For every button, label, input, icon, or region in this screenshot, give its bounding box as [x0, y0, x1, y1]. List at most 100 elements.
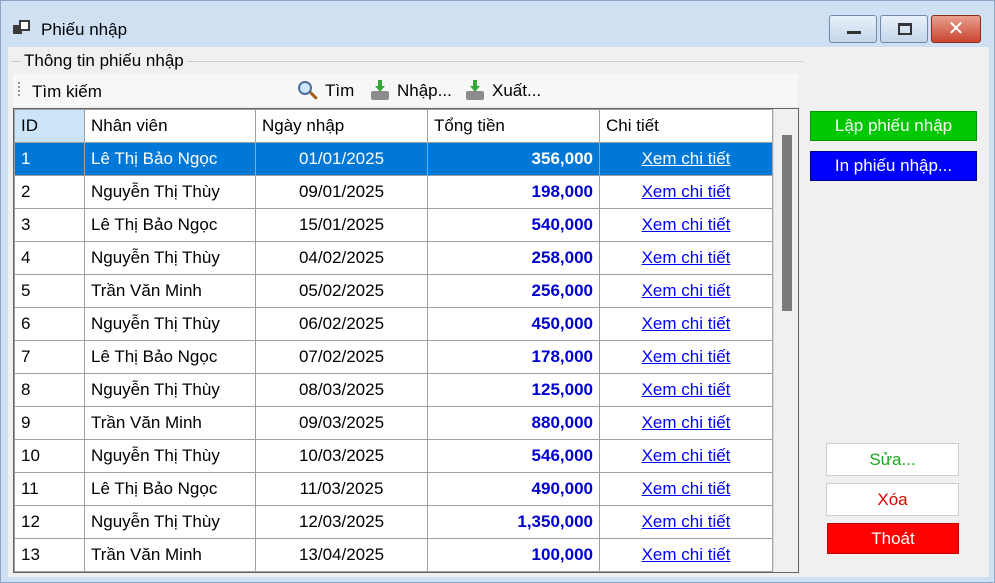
view-detail-link[interactable]: Xem chi tiết	[642, 347, 731, 366]
cell-total[interactable]: 256,000	[427, 274, 600, 308]
table-row[interactable]: 12 Nguyễn Thị Thùy 12/03/2025 1,350,000 Xem …	[14, 505, 773, 539]
cell-employee[interactable]: Lê Thị Bảo Ngọc	[84, 142, 256, 176]
column-header-id[interactable]: ID	[14, 109, 85, 143]
cell-date[interactable]: 04/02/2025	[255, 241, 428, 275]
cell-employee[interactable]: Trần Văn Minh	[84, 274, 256, 308]
cell-employee[interactable]: Lê Thị Bảo Ngọc	[84, 208, 256, 242]
cell-id[interactable]: 1	[14, 142, 85, 176]
delete-button[interactable]: Xóa	[826, 483, 959, 516]
import-box-icon	[369, 80, 391, 102]
cell-id[interactable]: 8	[14, 373, 85, 407]
cell-date[interactable]: 01/01/2025	[255, 142, 428, 176]
table-row[interactable]: 5 Trần Văn Minh 05/02/2025 256,000 Xem chi t…	[14, 274, 773, 308]
table-row[interactable]: 2 Nguyễn Thị Thùy 09/01/2025 198,000 Xem chi…	[14, 175, 773, 209]
table-row[interactable]: 1 Lê Thị Bảo Ngọc 01/01/2025 356,000 Xem chi…	[14, 142, 773, 176]
cell-id[interactable]: 13	[14, 538, 85, 572]
view-detail-link[interactable]: Xem chi tiết	[642, 380, 731, 399]
table-row[interactable]: 8 Nguyễn Thị Thùy 08/03/2025 125,000 Xem chi…	[14, 373, 773, 407]
view-detail-link[interactable]: Xem chi tiết	[642, 545, 731, 564]
cell-id[interactable]: 5	[14, 274, 85, 308]
cell-total[interactable]: 450,000	[427, 307, 600, 341]
cell-date[interactable]: 07/02/2025	[255, 340, 428, 374]
scrollbar-thumb[interactable]	[782, 135, 792, 311]
view-detail-link[interactable]: Xem chi tiết	[642, 281, 731, 300]
cell-date[interactable]: 12/03/2025	[255, 505, 428, 539]
cell-id[interactable]: 6	[14, 307, 85, 341]
cell-date[interactable]: 09/01/2025	[255, 175, 428, 209]
table-row[interactable]: 6 Nguyễn Thị Thùy 06/02/2025 450,000 Xem chi…	[14, 307, 773, 341]
cell-total[interactable]: 490,000	[427, 472, 600, 506]
cell-employee[interactable]: Lê Thị Bảo Ngọc	[84, 340, 256, 374]
cell-total[interactable]: 178,000	[427, 340, 600, 374]
cell-employee[interactable]: Lê Thị Bảo Ngọc	[84, 472, 256, 506]
view-detail-link[interactable]: Xem chi tiết	[642, 215, 731, 234]
cell-total[interactable]: 100,000	[427, 538, 600, 572]
cell-detail: Xem chi tiết	[599, 505, 773, 539]
close-button[interactable]: ✕	[931, 15, 981, 43]
cell-total[interactable]: 258,000	[427, 241, 600, 275]
view-detail-link[interactable]: Xem chi tiết	[642, 446, 731, 465]
vertical-scrollbar[interactable]	[773, 109, 798, 572]
cell-detail: Xem chi tiết	[599, 439, 773, 473]
column-header-detail[interactable]: Chi tiết	[599, 109, 773, 143]
table-row[interactable]: 13 Trần Văn Minh 13/04/2025 100,000 Xem chi …	[14, 538, 773, 572]
cell-date[interactable]: 11/03/2025	[255, 472, 428, 506]
cell-employee[interactable]: Trần Văn Minh	[84, 406, 256, 440]
import-button[interactable]: Nhập...	[369, 79, 452, 103]
cell-id[interactable]: 10	[14, 439, 85, 473]
cell-id[interactable]: 9	[14, 406, 85, 440]
cell-id[interactable]: 11	[14, 472, 85, 506]
cell-date[interactable]: 05/02/2025	[255, 274, 428, 308]
exit-button[interactable]: Thoát	[827, 523, 959, 554]
find-button[interactable]: Tìm	[297, 79, 354, 103]
view-detail-link[interactable]: Xem chi tiết	[642, 479, 731, 498]
cell-date[interactable]: 13/04/2025	[255, 538, 428, 572]
column-header-total[interactable]: Tổng tiền	[427, 109, 600, 143]
cell-employee[interactable]: Nguyễn Thị Thùy	[84, 373, 256, 407]
cell-employee[interactable]: Trần Văn Minh	[84, 538, 256, 572]
column-header-date[interactable]: Ngày nhập	[255, 109, 428, 143]
table-row[interactable]: 4 Nguyễn Thị Thùy 04/02/2025 258,000 Xem chi…	[14, 241, 773, 275]
table-row[interactable]: 7 Lê Thị Bảo Ngọc 07/02/2025 178,000 Xem chi…	[14, 340, 773, 374]
cell-employee[interactable]: Nguyễn Thị Thùy	[84, 505, 256, 539]
toolbar-grip[interactable]	[18, 82, 20, 98]
cell-id[interactable]: 2	[14, 175, 85, 209]
column-header-employee[interactable]: Nhân viên	[84, 109, 256, 143]
cell-total[interactable]: 546,000	[427, 439, 600, 473]
cell-id[interactable]: 3	[14, 208, 85, 242]
create-receipt-button[interactable]: Lập phiếu nhập	[810, 111, 977, 141]
cell-employee[interactable]: Nguyễn Thị Thùy	[84, 307, 256, 341]
cell-total[interactable]: 198,000	[427, 175, 600, 209]
view-detail-link[interactable]: Xem chi tiết	[642, 413, 731, 432]
table-row[interactable]: 11 Lê Thị Bảo Ngọc 11/03/2025 490,000 Xem ch…	[14, 472, 773, 506]
cell-total[interactable]: 356,000	[427, 142, 600, 176]
view-detail-link[interactable]: Xem chi tiết	[642, 248, 731, 267]
minimize-button[interactable]	[829, 15, 877, 43]
cell-total[interactable]: 125,000	[427, 373, 600, 407]
cell-id[interactable]: 12	[14, 505, 85, 539]
cell-date[interactable]: 06/02/2025	[255, 307, 428, 341]
export-button[interactable]: Xuất...	[464, 79, 541, 103]
print-receipt-button[interactable]: In phiếu nhập...	[810, 151, 977, 181]
table-row[interactable]: 3 Lê Thị Bảo Ngọc 15/01/2025 540,000 Xem chi…	[14, 208, 773, 242]
cell-employee[interactable]: Nguyễn Thị Thùy	[84, 175, 256, 209]
cell-total[interactable]: 1,350,000	[427, 505, 600, 539]
view-detail-link[interactable]: Xem chi tiết	[642, 149, 731, 168]
edit-button[interactable]: Sửa...	[826, 443, 959, 476]
cell-employee[interactable]: Nguyễn Thị Thùy	[84, 241, 256, 275]
cell-total[interactable]: 880,000	[427, 406, 600, 440]
cell-employee[interactable]: Nguyễn Thị Thùy	[84, 439, 256, 473]
cell-date[interactable]: 09/03/2025	[255, 406, 428, 440]
maximize-button[interactable]	[880, 15, 928, 43]
cell-date[interactable]: 08/03/2025	[255, 373, 428, 407]
cell-date[interactable]: 10/03/2025	[255, 439, 428, 473]
view-detail-link[interactable]: Xem chi tiết	[642, 512, 731, 531]
view-detail-link[interactable]: Xem chi tiết	[642, 314, 731, 333]
cell-id[interactable]: 4	[14, 241, 85, 275]
cell-date[interactable]: 15/01/2025	[255, 208, 428, 242]
cell-total[interactable]: 540,000	[427, 208, 600, 242]
table-row[interactable]: 10 Nguyễn Thị Thùy 10/03/2025 546,000 Xem ch…	[14, 439, 773, 473]
cell-id[interactable]: 7	[14, 340, 85, 374]
table-row[interactable]: 9 Trần Văn Minh 09/03/2025 880,000 Xem chi t…	[14, 406, 773, 440]
view-detail-link[interactable]: Xem chi tiết	[642, 182, 731, 201]
